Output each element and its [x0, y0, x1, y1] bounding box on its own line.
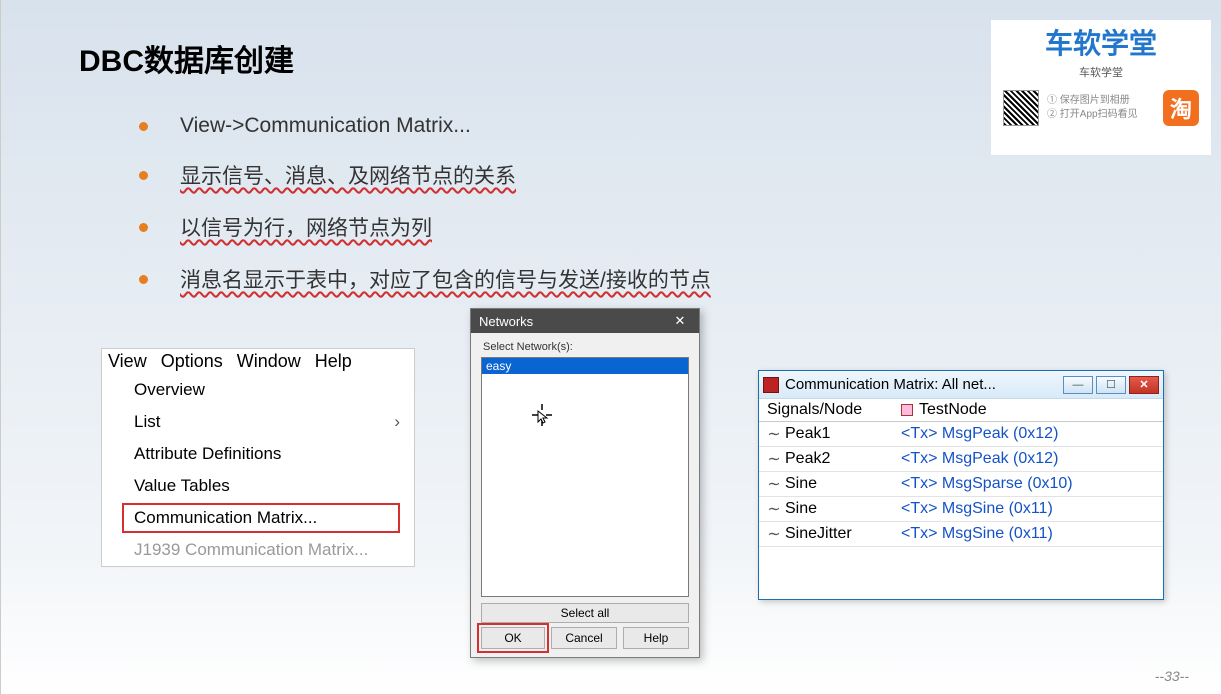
signal-icon: ∼ — [767, 474, 781, 494]
bullet-item: 显示信号、消息、及网络节点的关系 — [139, 160, 711, 190]
network-listbox[interactable]: easy — [481, 357, 689, 597]
menu-bar-item[interactable]: View — [108, 351, 147, 372]
comm-matrix-window: Communication Matrix: All net... — ☐ ✕ S… — [758, 370, 1164, 600]
ok-button[interactable]: OK — [481, 627, 545, 649]
close-button[interactable]: ✕ — [1129, 376, 1159, 394]
bullet-list: View->Communication Matrix... 显示信号、消息、及网络… — [139, 114, 711, 316]
view-menu-item[interactable]: Value Tables — [102, 470, 414, 502]
help-button[interactable]: Help — [623, 627, 689, 649]
matrix-icon — [763, 377, 779, 393]
node-icon — [901, 404, 913, 416]
bullet-text: 显示信号、消息、及网络节点的关系 — [180, 160, 516, 190]
bullet-dot — [139, 223, 148, 232]
minimize-button[interactable]: — — [1063, 376, 1093, 394]
bullet-text: View->Communication Matrix... — [180, 114, 471, 138]
signal-cell: ∼Peak1 — [759, 422, 895, 446]
highlight-box — [122, 503, 400, 533]
view-menu-item[interactable]: Communication Matrix... — [102, 502, 414, 534]
msg-cell: <Tx> MsgSine (0x11) — [895, 497, 1163, 521]
matrix-title: Communication Matrix: All net... — [785, 376, 1063, 393]
watermark-steps: ① 保存图片到相册 ② 打开App扫码看见 — [1047, 94, 1155, 122]
matrix-row: ∼Peak2<Tx> MsgPeak (0x12) — [759, 447, 1163, 472]
view-menu-item[interactable]: Attribute Definitions — [102, 438, 414, 470]
network-item-easy[interactable]: easy — [482, 358, 688, 374]
select-all-button[interactable]: Select all — [481, 603, 689, 623]
view-menu-item[interactable]: Overview — [102, 374, 414, 406]
networks-dialog: Networks ✕ Select Network(s): easy Selec… — [470, 308, 700, 658]
signal-cell: ∼Peak2 — [759, 447, 895, 471]
msg-cell: <Tx> MsgSine (0x11) — [895, 522, 1163, 546]
menu-bar: View Options Window Help — [102, 349, 414, 374]
menu-bar-item[interactable]: Window — [237, 351, 301, 372]
bullet-item: 消息名显示于表中，对应了包含的信号与发送/接收的节点 — [139, 264, 711, 294]
watermark-title: 车软学堂 — [991, 22, 1211, 62]
signal-icon: ∼ — [767, 424, 781, 444]
signal-cell: ∼SineJitter — [759, 522, 895, 546]
col-header-node: TestNode — [895, 399, 1163, 421]
maximize-button[interactable]: ☐ — [1096, 376, 1126, 394]
signal-icon: ∼ — [767, 499, 781, 519]
matrix-header-row: Signals/NodeTestNode — [759, 399, 1163, 422]
bullet-text: 以信号为行，网络节点为列 — [180, 212, 432, 242]
networks-titlebar: Networks ✕ — [471, 309, 699, 333]
signal-icon: ∼ — [767, 449, 781, 469]
menu-bar-item[interactable]: Options — [161, 351, 223, 372]
qr-icon — [1003, 90, 1039, 126]
msg-cell: <Tx> MsgSparse (0x10) — [895, 472, 1163, 496]
cancel-button[interactable]: Cancel — [551, 627, 617, 649]
msg-cell: <Tx> MsgPeak (0x12) — [895, 447, 1163, 471]
bullet-text: 消息名显示于表中，对应了包含的信号与发送/接收的节点 — [180, 264, 711, 294]
select-network-label: Select Network(s): — [483, 341, 689, 353]
bullet-item: 以信号为行，网络节点为列 — [139, 212, 711, 242]
signal-cell: ∼Sine — [759, 472, 895, 496]
msg-cell: <Tx> MsgPeak (0x12) — [895, 422, 1163, 446]
bullet-dot — [139, 275, 148, 284]
signal-cell: ∼Sine — [759, 497, 895, 521]
watermark-card: 车软学堂 车软学堂 ① 保存图片到相册 ② 打开App扫码看见 淘 — [991, 20, 1211, 155]
taobao-icon: 淘 — [1163, 90, 1199, 126]
col-header-signals: Signals/Node — [759, 399, 895, 421]
page-title: DBC数据库创建 — [79, 36, 294, 80]
bullet-dot — [139, 122, 148, 131]
matrix-row: ∼SineJitter<Tx> MsgSine (0x11) — [759, 522, 1163, 547]
matrix-row: ∼Sine<Tx> MsgSparse (0x10) — [759, 472, 1163, 497]
view-menu-item: J1939 Communication Matrix... — [102, 534, 414, 566]
cursor-icon — [532, 404, 552, 431]
watermark-subtitle: 车软学堂 — [991, 64, 1211, 80]
close-icon[interactable]: ✕ — [669, 313, 691, 329]
page-number: --33-- — [1155, 668, 1189, 684]
matrix-row: ∼Sine<Tx> MsgSine (0x11) — [759, 497, 1163, 522]
view-menu: View Options Window Help OverviewListAttrib… — [101, 348, 415, 567]
view-menu-item[interactable]: List — [102, 406, 414, 438]
signal-icon: ∼ — [767, 524, 781, 544]
bullet-item: View->Communication Matrix... — [139, 114, 711, 138]
matrix-row: ∼Peak1<Tx> MsgPeak (0x12) — [759, 422, 1163, 447]
bullet-dot — [139, 171, 148, 180]
menu-bar-item[interactable]: Help — [315, 351, 352, 372]
networks-title: Networks — [479, 314, 533, 329]
